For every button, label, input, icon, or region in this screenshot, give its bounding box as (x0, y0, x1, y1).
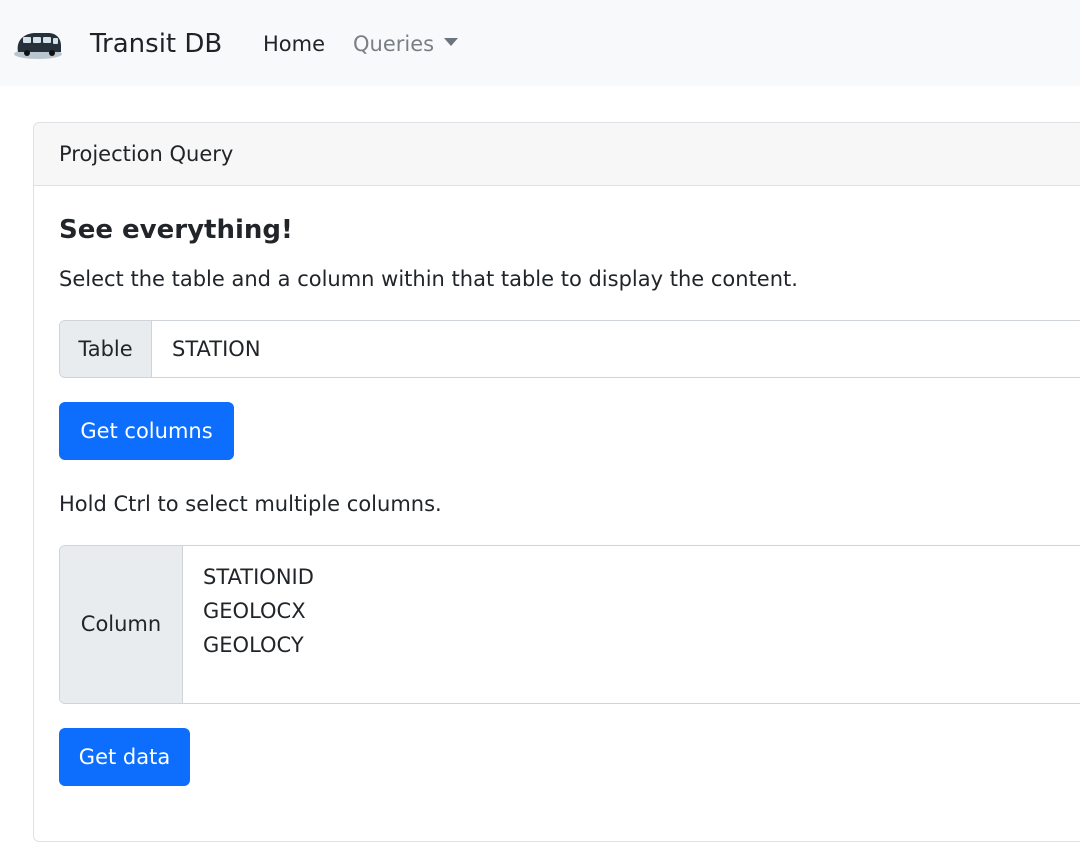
nav-queries-dropdown[interactable]: Queries (353, 29, 459, 59)
column-option[interactable]: GEOLOCY (203, 628, 314, 662)
column-select-label: Column (60, 546, 183, 703)
column-option[interactable]: STATIONID (203, 560, 314, 594)
projection-query-card: Projection Query See everything! Select … (33, 122, 1080, 842)
column-option[interactable]: GEOLOCX (203, 594, 314, 628)
bus-icon[interactable] (12, 28, 64, 60)
card-description: Select the table and a column within tha… (59, 267, 798, 291)
table-select[interactable]: STATION (172, 321, 261, 377)
column-select-group: Column STATIONID GEOLOCX GEOLOCY (59, 545, 1080, 704)
get-columns-button[interactable]: Get columns (59, 402, 234, 460)
caret-down-icon (444, 38, 459, 46)
get-data-button[interactable]: Get data (59, 728, 190, 786)
nav-home-link[interactable]: Home (263, 29, 325, 59)
card-title: See everything! (59, 215, 293, 245)
brand-name[interactable]: Transit DB (90, 24, 222, 64)
table-select-group: Table STATION (59, 320, 1080, 378)
nav-queries-label: Queries (353, 32, 435, 56)
multi-select-hint: Hold Ctrl to select multiple columns. (59, 492, 442, 516)
table-select-label: Table (60, 321, 152, 377)
card-header: Projection Query (34, 123, 1080, 186)
navbar: Transit DB Home Queries (0, 0, 1080, 86)
column-multi-select[interactable]: STATIONID GEOLOCX GEOLOCY (203, 560, 314, 662)
